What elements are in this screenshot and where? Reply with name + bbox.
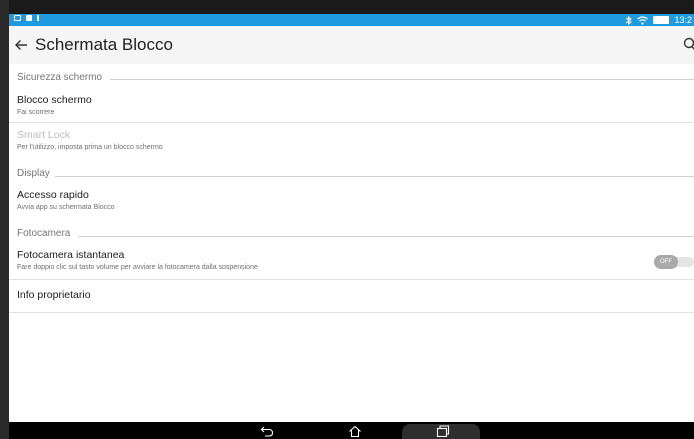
instant-camera-title: Fotocamera istantanea [17,249,125,261]
settings-screen: Schermata Blocco Sicurezza schermo Blocc… [9,26,694,422]
section-divider [78,236,694,237]
screen-lock-title: Blocco schermo [17,94,92,106]
owner-info-title: Info proprietario [17,289,91,301]
action-bar: Schermata Blocco [9,26,694,64]
instant-camera-row[interactable]: Fotocamera istantanea Fare doppio clic s… [9,243,694,279]
wifi-icon [637,15,649,25]
quick-access-subtitle: Avvia app su schermata Blocco [17,204,115,211]
screen-lock-row[interactable]: Blocco schermo Fai scorrere [9,88,694,122]
screen-lock-subtitle: Fai scorrere [17,109,55,116]
row-divider [9,312,694,313]
notification-icons [14,15,39,21]
system-icons: 13:2 [625,14,692,26]
search-icon[interactable] [680,36,694,52]
navigation-bar [9,422,694,439]
smart-lock-row[interactable]: Smart Lock Per l'utilizzo, imposta prima… [9,123,694,157]
alert-icon [37,15,39,21]
battery-icon [653,16,670,24]
section-header-security: Sicurezza schermo [17,72,103,83]
status-bar: 13:2 [9,14,694,26]
arrow-back-icon[interactable] [13,37,29,53]
section-header-camera: Fotocamera [17,228,71,239]
owner-info-row[interactable]: Info proprietario [9,280,694,312]
instant-camera-toggle[interactable]: OFF [654,255,694,269]
smart-lock-subtitle: Per l'utilizzo, imposta prima un blocco … [17,144,163,151]
device-bezel [0,0,9,439]
quick-access-row[interactable]: Accesso rapido Avvia app su schermata Bl… [9,183,694,217]
section-divider [55,176,694,177]
section-divider [110,79,694,80]
clock: 13:2 [674,15,692,25]
recent-apps-icon[interactable] [436,425,450,437]
section-header-display: Display [17,168,50,179]
quick-access-title: Accesso rapido [17,189,89,201]
device-frame: 13:2 Schermata Blocco Sicurezza schermo … [0,0,694,439]
message-icon [14,15,21,21]
gallery-icon [26,15,32,21]
instant-camera-subtitle: Fare doppio clic sul tasto volume per av… [17,264,258,271]
bluetooth-icon [626,15,633,25]
back-icon[interactable] [260,425,274,437]
toggle-knob: OFF [654,255,678,269]
home-icon[interactable] [348,425,362,437]
page-title: Schermata Blocco [35,35,173,54]
smart-lock-title: Smart Lock [17,129,71,141]
